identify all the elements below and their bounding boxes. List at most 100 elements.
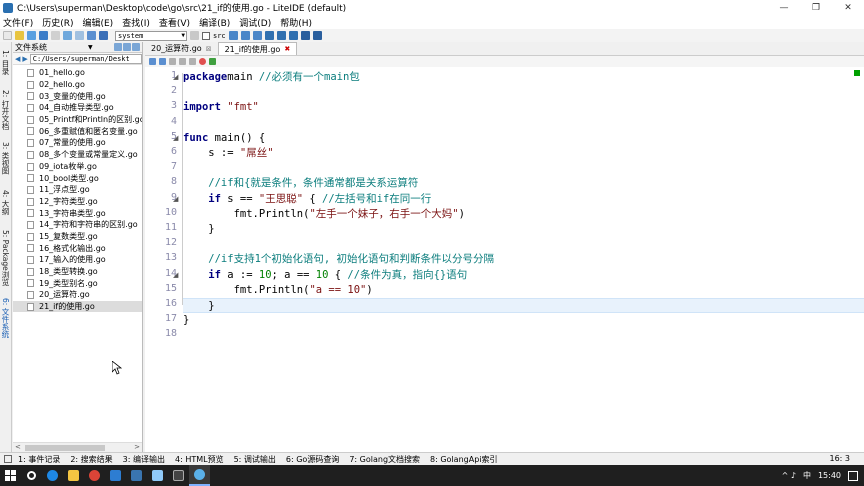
code-editor[interactable]: 1 ◢ 2 3 4 5 ◢ 6 7 8 9 ◢ 10 11 12 13 14 ◢ 15 16 17 18 packagem… [145,67,864,452]
tab-close-icon[interactable]: ✖ [284,45,290,53]
code-line[interactable]: } [183,298,864,313]
horizontal-scrollbar[interactable]: < > [13,442,142,452]
file-list-item[interactable]: 17_输入的使用.go [13,254,142,266]
menu-build[interactable]: 编译(B) [199,16,230,29]
code-line[interactable]: import "fmt" [183,100,864,115]
code-line[interactable]: s := "屌丝" [183,146,864,161]
code-line[interactable]: func main() { [183,131,864,146]
bottom-tab-search-results[interactable]: 2: 搜索结果 [70,454,112,465]
code-line[interactable]: //if和{就是条件，条件通常都是关系运算符 [183,176,864,191]
fold-marker-icon[interactable]: ◢ [173,134,178,142]
taskbar-liteide-icon[interactable] [189,465,210,486]
clock[interactable]: 15:40 [818,471,841,480]
redo-icon[interactable] [99,31,108,40]
forward-arrow-icon[interactable]: ▶ [22,55,27,63]
fold-marker-icon[interactable]: ◢ [173,271,178,279]
panel-close-icon[interactable] [132,43,140,51]
minimize-button[interactable]: — [768,0,800,15]
file-list-item[interactable]: 08_多个变量或常量定义.go [13,149,142,161]
menu-help[interactable]: 帮助(H) [280,16,312,29]
menu-history[interactable]: 历史(R) [42,16,73,29]
redo-icon[interactable] [159,58,166,65]
cut-icon[interactable] [169,58,176,65]
menu-edit[interactable]: 编辑(E) [82,16,113,29]
code-line[interactable] [183,85,864,100]
tray-misc-icons[interactable]: ^ ♪ [782,471,796,480]
panel-float-icon[interactable] [123,43,131,51]
bottom-tab-golang-api-index[interactable]: 8: GolangApi索引 [430,454,497,465]
src-checkbox[interactable] [202,31,210,40]
bottom-tab-build-output[interactable]: 3: 编译输出 [123,454,165,465]
file-list-item[interactable]: 20_运算符.go [13,289,142,301]
file-list-item[interactable]: 11_浮点型.go [13,184,142,196]
code-line[interactable] [183,116,864,131]
tab-21-if-usage[interactable]: 21_if的使用.go ✖ [217,42,298,55]
menu-view[interactable]: 查看(V) [159,16,190,29]
scrollbar-thumb[interactable] [25,445,105,451]
tools-icon[interactable] [300,31,310,40]
taskbar-explorer-icon[interactable] [63,465,84,486]
side-tab-package-browser[interactable]: 5: Package浏览 [1,230,11,286]
code-line[interactable]: } [183,313,864,328]
path-input[interactable]: C:/Users/superman/Deskt [29,53,142,64]
side-tab-directory[interactable]: 1: 目录 [1,50,11,75]
taskbar-python-icon[interactable] [126,465,147,486]
taskbar-edge-icon[interactable] [42,465,63,486]
config-icon[interactable] [312,31,322,40]
go-icon[interactable] [209,58,216,65]
code-line[interactable]: if s == "王思聪" { //左括号和if在同一行 [183,192,864,207]
environment-select[interactable]: system ▼ [115,30,187,41]
bottom-tab-events[interactable]: 1: 事件记录 [18,454,60,465]
debug-icon[interactable] [264,31,274,40]
undo-icon[interactable] [87,31,96,40]
file-list-item[interactable]: 15_复数类型.go [13,231,142,243]
tab-20-operators[interactable]: 20_运算符.go ⊠ [145,42,218,55]
side-tab-outline[interactable]: 4: 大纲 [1,190,11,215]
menu-file[interactable]: 文件(F) [3,16,33,29]
code-line[interactable]: } [183,222,864,237]
scroll-left-icon[interactable]: < [15,443,21,451]
bottom-tab-golang-doc-search[interactable]: 7: Golang文档搜索 [349,454,420,465]
tab-close-icon[interactable]: ⊠ [206,45,212,53]
back-arrow-icon[interactable]: ◀ [15,55,20,63]
env-edit-icon[interactable] [190,31,199,40]
fold-marker-icon[interactable]: ◢ [173,195,178,203]
file-list-item[interactable]: 04_自动推导类型.go [13,102,142,114]
undo-icon[interactable] [149,58,156,65]
code-line[interactable] [183,161,864,176]
file-list-item[interactable]: 03_变量的使用.go [13,90,142,102]
bottom-tab-debug-output[interactable]: 5: 调试输出 [234,454,276,465]
taskbar-terminal-icon[interactable] [168,465,189,486]
file-list-item[interactable]: 21_if的使用.go [13,300,142,313]
file-list-item[interactable]: 13_字符串类型.go [13,207,142,219]
build-icon[interactable] [228,31,238,40]
side-tab-class-view[interactable]: 3: 类视图 [1,142,11,174]
code-line[interactable] [183,237,864,252]
code-line[interactable]: fmt.Println("a == 10") [183,283,864,298]
cut-icon[interactable] [51,31,60,40]
taskbar-search-icon[interactable] [21,465,42,486]
file-list-item[interactable]: 05_Printf和Println的区别.go [13,114,142,126]
panel-dropdown-icon[interactable]: ▼ [88,44,93,51]
file-list-item[interactable]: 12_字符类型.go [13,196,142,208]
paste-icon[interactable] [189,58,196,65]
panel-split-icon[interactable] [114,43,122,51]
code-line[interactable]: packagemain //必须有一个main包 [183,70,864,85]
save-all-icon[interactable] [39,31,48,40]
file-list-item[interactable]: 09_iota枚举.go [13,161,142,173]
test-icon[interactable] [276,31,286,40]
paste-icon[interactable] [75,31,84,40]
copy-icon[interactable] [179,58,186,65]
install-icon[interactable] [240,31,250,40]
fmt-icon[interactable] [288,31,298,40]
file-list-item[interactable]: 16_格式化输出.go [13,242,142,254]
ime-indicator[interactable]: 中 [803,470,811,481]
breakpoint-icon[interactable] [199,58,206,65]
file-list-item[interactable]: 07_常量的使用.go [13,137,142,149]
file-list-item[interactable]: 19_类型别名.go [13,277,142,289]
notification-icon[interactable] [848,470,858,481]
close-button[interactable]: ✕ [832,0,864,15]
new-file-icon[interactable] [3,31,12,40]
file-list-item[interactable]: 02_hello.go [13,79,142,91]
bottom-tab-html-preview[interactable]: 4: HTML预览 [175,454,224,465]
